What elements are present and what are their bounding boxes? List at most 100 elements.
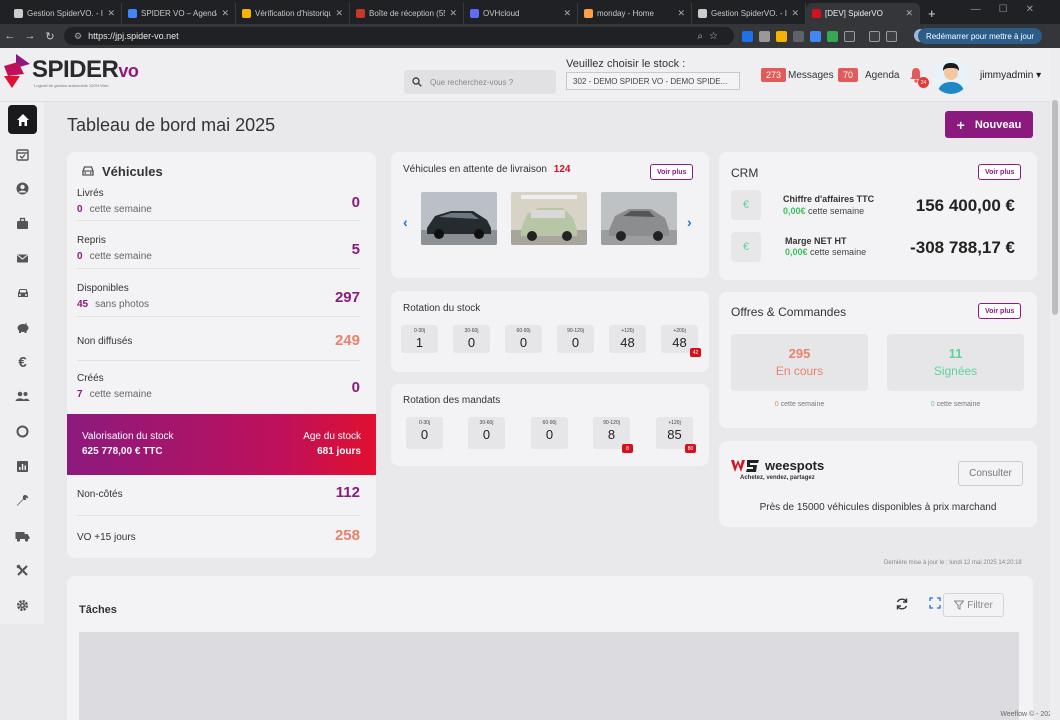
stock-rotation-90-120[interactable]: 90-120j 0 bbox=[557, 325, 594, 353]
delivery-voir-plus-button[interactable]: Voir plus bbox=[650, 164, 694, 180]
browser-toolbar: ← → ↻ ⚙ https://jpj.spider-vo.net ⌕☆ bbox=[0, 24, 1060, 48]
sidebar-item-finance[interactable]: € bbox=[8, 348, 37, 377]
vehicle-thumbnail[interactable] bbox=[601, 192, 677, 245]
vehicle-thumbnail[interactable] bbox=[511, 192, 587, 245]
vehicles-row-disponibles[interactable]: Disponibles 45 sans photos 297 bbox=[77, 281, 360, 317]
mandates-rotation-30-60[interactable]: 30-60j 0 bbox=[468, 417, 505, 449]
tab-close-icon[interactable]: ✕ bbox=[221, 8, 229, 19]
browser-tab[interactable]: SPIDER VO – Agenda - ✕ bbox=[122, 3, 236, 24]
tab-close-icon[interactable]: ✕ bbox=[905, 8, 913, 19]
vehicles-row-crees[interactable]: Créés 7 cette semaine 0 bbox=[77, 371, 360, 407]
sidepanel-icon[interactable] bbox=[886, 30, 897, 42]
extension-icon[interactable] bbox=[827, 30, 838, 42]
vehicles-row-repris[interactable]: Repris 0 cette semaine 5 bbox=[77, 233, 360, 269]
user-menu[interactable]: jimmyadmin ▾ bbox=[980, 70, 1041, 81]
browser-tab[interactable]: monday - Home ✕ bbox=[578, 3, 692, 24]
browser-tab[interactable]: Vérification d'historique ✕ bbox=[236, 3, 350, 24]
agenda-link[interactable]: Agenda bbox=[865, 70, 899, 81]
puzzle-icon[interactable] bbox=[844, 30, 855, 42]
search-input[interactable]: Que recherchez-vous ? bbox=[404, 70, 556, 94]
vehicles-row-non-cotes[interactable]: Non-côtés 112 bbox=[77, 478, 360, 516]
restart-update-button[interactable]: Redémarrer pour mettre à jour bbox=[917, 28, 1042, 44]
filter-button[interactable]: Filtrer bbox=[943, 593, 1004, 617]
vehicle-thumbnail[interactable] bbox=[421, 192, 497, 245]
crm-voir-plus-button[interactable]: Voir plus bbox=[978, 164, 1022, 180]
tab-close-icon[interactable]: ✕ bbox=[335, 8, 343, 19]
weespots-consult-button[interactable]: Consulter bbox=[958, 461, 1023, 486]
extension-icon[interactable] bbox=[776, 30, 787, 42]
sidebar-item-business[interactable] bbox=[8, 209, 37, 238]
tab-close-icon[interactable]: ✕ bbox=[563, 8, 571, 19]
offers-signees-box[interactable]: 11 Signées bbox=[887, 334, 1024, 391]
messages-count-badge[interactable]: 273 bbox=[761, 68, 787, 82]
browser-tab[interactable]: OVHcloud ✕ bbox=[464, 3, 578, 24]
vehicles-title: Véhicules bbox=[102, 164, 163, 179]
sidebar-item-settings[interactable] bbox=[8, 591, 37, 620]
sidebar-item-workshop[interactable] bbox=[8, 486, 37, 515]
extension-icon[interactable] bbox=[793, 30, 804, 42]
stock-rotation-30-60[interactable]: 30-60j 0 bbox=[453, 325, 490, 353]
sidebar-item-calendar[interactable] bbox=[8, 140, 37, 169]
new-button[interactable]: + Nouveau bbox=[945, 111, 1033, 138]
stock-valuation-banner[interactable]: Valorisation du stock 625 778,00 € TTC A… bbox=[67, 414, 376, 475]
browser-tab[interactable]: Gestion SpiderVO. - Inte✕ bbox=[8, 3, 122, 24]
chevron-right-icon[interactable]: › bbox=[687, 214, 692, 230]
mandates-rotation-90-120[interactable]: 90-120j 8 8 bbox=[593, 417, 633, 453]
vehicles-row-vo-15-jours[interactable]: VO +15 jours 258 bbox=[77, 522, 360, 552]
stock-select[interactable]: 302 - DEMO SPIDER VO - DEMO SPIDE... bbox=[566, 72, 740, 90]
messages-link[interactable]: Messages bbox=[788, 70, 834, 81]
sidebar-item-home[interactable] bbox=[8, 105, 37, 134]
sidebar-item-savings[interactable] bbox=[8, 313, 37, 342]
reload-icon[interactable]: ↻ bbox=[40, 30, 60, 43]
browser-tab[interactable]: [DEV] SpiderVO ✕ bbox=[806, 3, 920, 24]
camera-icon[interactable] bbox=[759, 30, 770, 42]
refresh-icon[interactable] bbox=[895, 597, 909, 611]
stock-rotation-120[interactable]: +120j 48 bbox=[609, 325, 646, 353]
extension-icon[interactable] bbox=[742, 30, 753, 42]
stock-rotation-60-90[interactable]: 60-90j 0 bbox=[505, 325, 542, 353]
browser-tab[interactable]: Gestion SpiderVO. - Inte✕ bbox=[692, 3, 806, 24]
url-actions[interactable]: ⌕☆ bbox=[697, 31, 724, 42]
tab-close-icon[interactable]: ✕ bbox=[677, 8, 685, 19]
sidebar-item-delivery[interactable] bbox=[8, 521, 37, 550]
mandates-rotation-120[interactable]: +120j 85 80 bbox=[656, 417, 696, 453]
offers-en-cours-box[interactable]: 295 En cours bbox=[731, 334, 868, 391]
revenue-value: 156 400,00 € bbox=[915, 196, 1015, 215]
back-icon[interactable]: ← bbox=[0, 30, 20, 42]
mandates-rotation-60-90[interactable]: 60-90j 0 bbox=[531, 417, 568, 449]
agenda-count-badge[interactable]: 70 bbox=[838, 68, 859, 82]
page-scrollbar[interactable] bbox=[1050, 48, 1060, 720]
browser-tab[interactable]: Boîte de réception (55 ✕ bbox=[350, 3, 464, 24]
search-icon bbox=[412, 77, 422, 87]
sidebar-item-tools[interactable] bbox=[8, 556, 37, 585]
new-tab-button[interactable]: + bbox=[920, 6, 942, 24]
offers-voir-plus-button[interactable]: Voir plus bbox=[978, 303, 1022, 319]
scrollbar-thumb[interactable] bbox=[1052, 100, 1058, 315]
stock-rotation-200[interactable]: +200j 48 42 bbox=[661, 325, 701, 357]
stock-rotation-0-30[interactable]: 0-30j 1 bbox=[401, 325, 438, 353]
forward-icon[interactable]: → bbox=[20, 30, 40, 42]
tab-close-icon[interactable]: ✕ bbox=[107, 8, 115, 19]
extension-icon[interactable] bbox=[810, 30, 821, 42]
download-icon[interactable] bbox=[869, 30, 880, 42]
spider-vo-logo[interactable]: SPIDERvo Logiciel de gestion automobile … bbox=[2, 52, 139, 96]
sidebar-item-messages[interactable] bbox=[8, 244, 37, 273]
url-bar[interactable]: ⚙ https://jpj.spider-vo.net ⌕☆ bbox=[64, 27, 734, 45]
sidebar-item-users[interactable] bbox=[8, 382, 37, 411]
user-avatar[interactable] bbox=[933, 58, 969, 94]
tab-close-icon[interactable]: ✕ bbox=[791, 8, 799, 19]
vehicles-row-livres[interactable]: Livrés 0 cette semaine 0 bbox=[77, 186, 360, 221]
sidebar-item-vehicles[interactable] bbox=[8, 278, 37, 307]
site-info-icon[interactable]: ⚙ bbox=[74, 31, 82, 42]
users-icon bbox=[15, 391, 30, 401]
sidebar-item-contacts[interactable] bbox=[8, 174, 37, 203]
vehicles-row-non-diffuses[interactable]: Non diffusés 249 bbox=[77, 323, 360, 361]
window-controls[interactable]: —☐✕ bbox=[971, 4, 1052, 15]
delivery-title: Véhicules en attente de livraison bbox=[403, 164, 547, 175]
expand-icon[interactable] bbox=[929, 597, 941, 609]
tab-close-icon[interactable]: ✕ bbox=[449, 8, 457, 19]
sidebar-item-support[interactable] bbox=[8, 417, 37, 446]
mandates-rotation-0-30[interactable]: 0-30j 0 bbox=[406, 417, 443, 449]
chevron-left-icon[interactable]: ‹ bbox=[403, 214, 408, 230]
sidebar-item-stats[interactable] bbox=[8, 452, 37, 481]
